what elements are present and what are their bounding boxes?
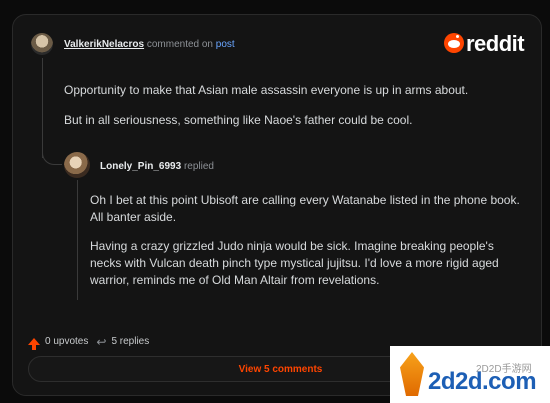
commenter-avatar[interactable] xyxy=(31,33,53,55)
reply-action: replied xyxy=(183,161,214,172)
reddit-wordmark: reddit xyxy=(466,31,525,56)
reply-paragraph: Having a crazy grizzled Judo ninja would… xyxy=(90,239,499,287)
comment-action: commented on xyxy=(146,39,213,50)
comment-header: ValkerikNelacros commented on post xyxy=(64,39,235,50)
watermark: 2D2D手游网 2d2d.com xyxy=(390,346,550,403)
reddit-logo[interactable]: reddit xyxy=(444,31,534,56)
reply-header: Lonely_Pin_6993 replied xyxy=(100,161,214,172)
reply-paragraph: Oh I bet at this point Ubisoft are calli… xyxy=(90,193,520,224)
reply-author[interactable]: Lonely_Pin_6993 xyxy=(100,161,181,172)
post-link[interactable]: post xyxy=(216,39,235,50)
flame-icon xyxy=(400,352,424,396)
reply-arrow-icon[interactable]: ↩ xyxy=(96,336,106,348)
reply-count[interactable]: 5 replies xyxy=(111,336,149,347)
upvote-count: 0 upvotes xyxy=(45,336,89,347)
comment-paragraph: Opportunity to make that Asian male assa… xyxy=(64,83,469,97)
comment-footer: 0 upvotes ↩ 5 replies xyxy=(28,336,149,350)
comment-paragraph: But in all seriousness, something like N… xyxy=(64,113,413,127)
watermark-big: 2d2d.com xyxy=(428,368,537,395)
reply-avatar[interactable] xyxy=(64,152,90,178)
reddit-logo-icon xyxy=(444,33,464,53)
comment-author[interactable]: ValkerikNelacros xyxy=(64,39,144,50)
upvote-arrow-icon[interactable] xyxy=(28,338,40,350)
reply-thread-line xyxy=(77,180,78,300)
thread-connector xyxy=(42,140,62,165)
